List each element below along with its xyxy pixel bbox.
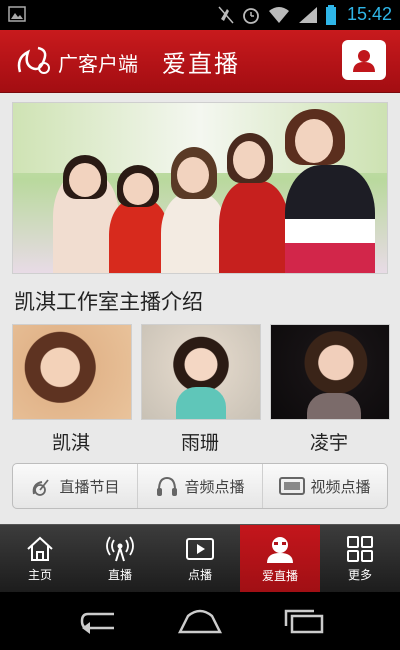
- satellite-icon: [33, 479, 50, 496]
- system-nav-bar: [0, 592, 400, 650]
- alarm-icon: [243, 7, 259, 24]
- clock-time: 15:42: [346, 4, 392, 24]
- host-name-1: 凯淇: [51, 432, 90, 454]
- tab-live-label: 直播: [107, 567, 132, 582]
- app-header: 广客户端 爱直播: [0, 30, 400, 93]
- image-icon: [8, 6, 26, 22]
- tab-vod[interactable]: 点播: [160, 525, 240, 593]
- signal-icon: [298, 6, 317, 23]
- home-icon: [27, 536, 53, 561]
- battery-icon: [325, 4, 336, 25]
- host-name-2: 雨珊: [180, 432, 219, 454]
- host-card-1[interactable]: [12, 324, 132, 420]
- tab-ai-live-label: 爱直播: [261, 568, 298, 583]
- audio-vod-label: 音频点播: [184, 477, 245, 496]
- host-card-3[interactable]: [270, 324, 390, 420]
- section-title: 凯淇工作室主播介绍: [14, 290, 203, 314]
- tab-vod-label: 点播: [187, 567, 212, 582]
- tab-home[interactable]: 主页: [0, 525, 80, 593]
- host-name-3: 凌宇: [309, 432, 348, 454]
- video-vod-button[interactable]: 视频点播: [263, 464, 387, 508]
- tab-ai-live[interactable]: 爱直播: [240, 525, 320, 593]
- back-icon[interactable]: [78, 608, 122, 634]
- tab-live[interactable]: 直播: [80, 525, 160, 593]
- bottom-tab-bar: 主页 直播 点播 爱直播 更多: [0, 524, 400, 593]
- headphones-icon: [157, 476, 178, 496]
- tab-more[interactable]: 更多: [320, 525, 400, 593]
- tab-more-label: 更多: [347, 567, 372, 582]
- function-bar: 直播节目 音频点播 视频点播: [12, 463, 388, 509]
- user-button[interactable]: [342, 40, 386, 80]
- page-title: 爱直播: [162, 50, 240, 78]
- user-icon: [353, 50, 375, 72]
- banner-image[interactable]: [12, 102, 388, 274]
- tab-home-label: 主页: [27, 567, 52, 582]
- live-program-button[interactable]: 直播节目: [13, 464, 138, 508]
- host-card-2[interactable]: [141, 324, 261, 420]
- broadcast-icon: [106, 536, 134, 561]
- home-nav-icon[interactable]: [176, 608, 224, 634]
- film-icon: [279, 477, 306, 495]
- wifi-icon: [268, 6, 289, 23]
- live-program-label: 直播节目: [59, 477, 120, 496]
- app-name: 广客户端: [58, 52, 138, 76]
- grid-icon: [347, 535, 373, 562]
- status-bar: 15:42: [0, 0, 400, 30]
- mute-icon: [218, 6, 234, 23]
- play-icon: [186, 537, 214, 560]
- user-mask-icon: [267, 536, 293, 563]
- logo-icon: [17, 46, 50, 74]
- audio-vod-button[interactable]: 音频点播: [138, 464, 263, 508]
- recent-apps-icon[interactable]: [282, 608, 326, 634]
- video-vod-label: 视频点播: [310, 477, 371, 496]
